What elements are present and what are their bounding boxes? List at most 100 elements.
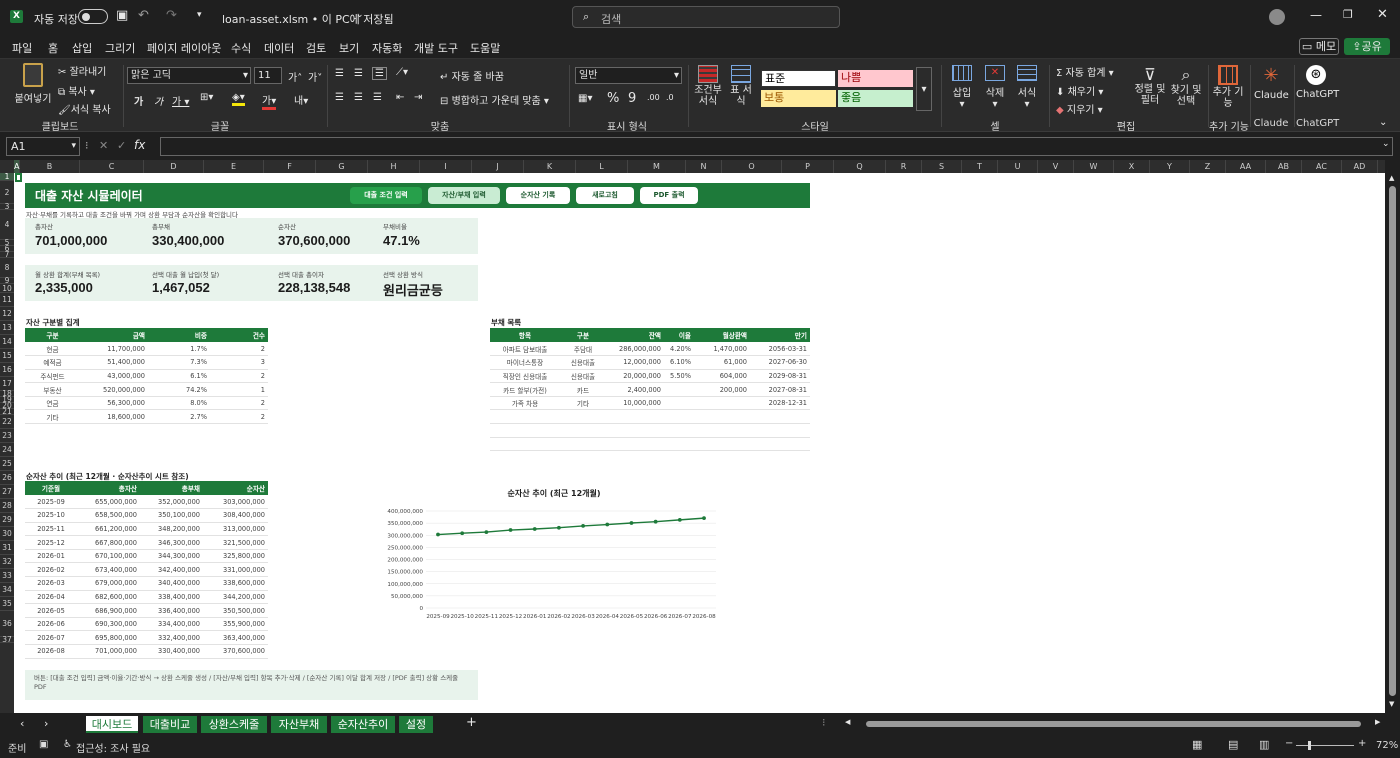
normal-view-icon[interactable]: ▦ (1192, 738, 1202, 751)
table-cell[interactable]: 334,400,000 (140, 617, 203, 632)
record-networth-button[interactable]: 순자산 기록 (506, 187, 570, 204)
zoom-level[interactable]: 72% (1376, 740, 1398, 751)
table-cell[interactable]: 61,000 (694, 355, 750, 370)
column-header-g[interactable]: G (316, 160, 368, 173)
table-cell[interactable]: 현금 (25, 342, 80, 357)
cancel-icon[interactable]: ✕ (99, 139, 108, 152)
table-cell[interactable]: 6.1% (148, 369, 210, 384)
table-cell[interactable]: 주식펀드 (25, 369, 80, 384)
series-line[interactable] (437, 517, 705, 536)
table-cell[interactable]: 4.20% (664, 342, 694, 357)
menu-review[interactable]: 검토 (306, 40, 326, 56)
data-point[interactable] (436, 532, 440, 537)
clear-button[interactable]: ◆ 지우기 ▾ (1056, 101, 1103, 116)
table-cell[interactable]: 카드 할부(가전) (490, 382, 560, 397)
decrease-indent-icon[interactable]: ⇤ (396, 92, 404, 103)
table-cell[interactable]: 2028-12-31 (750, 396, 810, 411)
table-cell[interactable]: 2056-03-31 (750, 342, 810, 357)
row-header-11[interactable]: 11 (0, 293, 14, 307)
table-cell[interactable]: 신용대출 (560, 369, 606, 384)
wrap-text-button[interactable]: ↵ 자동 줄 바꿈 (440, 68, 504, 83)
table-cell[interactable]: 338,400,000 (140, 590, 203, 605)
table-cell[interactable]: 기타 (560, 396, 606, 411)
tab-loan-compare[interactable]: 대출비교 (143, 716, 197, 733)
refresh-button[interactable]: 새로고침 (576, 187, 634, 204)
column-header-o[interactable]: O (722, 160, 782, 173)
table-cell[interactable]: 2026-05 (25, 603, 77, 618)
table-cell[interactable]: 2026-08 (25, 644, 77, 659)
row-header-24[interactable]: 24 (0, 443, 14, 457)
table-cell[interactable] (750, 409, 810, 425)
minimize-icon[interactable]: — (1310, 8, 1322, 22)
table-cell[interactable]: 2 (210, 409, 268, 425)
data-point[interactable] (484, 530, 489, 534)
search-box[interactable]: ⌕ 검색 (572, 6, 840, 28)
row-header-16[interactable]: 16 (0, 363, 14, 377)
table-cell[interactable]: 661,200,000 (77, 522, 140, 537)
row-header-34[interactable]: 34 (0, 583, 14, 597)
data-point[interactable] (532, 527, 537, 531)
column-header-s[interactable]: S (922, 160, 962, 173)
expand-formula-icon[interactable]: ⌄ (1382, 139, 1390, 149)
menu-formulas[interactable]: 수식 (231, 40, 251, 56)
paste-button[interactable]: 붙여넣기 (10, 63, 56, 105)
sort-filter-button[interactable]: ⊽ 정렬 및 필터 (1132, 65, 1168, 106)
table-cell[interactable] (606, 437, 664, 452)
copy-button[interactable]: ⧉ 복사 ▾ (58, 83, 95, 98)
table-cell[interactable]: 352,000,000 (140, 495, 203, 510)
table-cell[interactable]: 2 (210, 342, 268, 357)
column-header-ab[interactable]: AB (1266, 160, 1302, 173)
table-cell[interactable]: 2025-10 (25, 508, 77, 523)
table-cell[interactable]: 336,400,000 (140, 603, 203, 618)
table-cell[interactable] (664, 437, 694, 452)
table-cell[interactable]: 10,000,000 (606, 396, 664, 411)
addins-button[interactable]: 추가 기능 (1212, 65, 1244, 109)
table-cell[interactable]: 7.3% (148, 355, 210, 370)
page-layout-view-icon[interactable]: ▤ (1228, 738, 1238, 751)
comma-icon[interactable]: 9 (628, 91, 636, 106)
column-header-ad[interactable]: AD (1342, 160, 1378, 173)
font-color-icon[interactable]: 가▾ (262, 92, 277, 110)
row-header-10[interactable]: 10 (0, 284, 14, 293)
row-header-26[interactable]: 26 (0, 471, 14, 485)
table-cell[interactable]: 2025-09 (25, 495, 77, 510)
column-header-h[interactable]: H (368, 160, 420, 173)
menu-draw[interactable]: 그리기 (105, 40, 135, 56)
font-size-select[interactable]: 11 (254, 67, 282, 84)
column-header-j[interactable]: J (472, 160, 524, 173)
column-header-l[interactable]: L (576, 160, 628, 173)
table-cell[interactable]: 20,000,000 (606, 369, 664, 384)
orientation-icon[interactable]: ⟋▾ (396, 67, 408, 78)
vertical-scrollbar[interactable]: ▲ ▼ (1385, 160, 1400, 713)
column-header-ac[interactable]: AC (1302, 160, 1342, 173)
table-cell[interactable]: 2 (210, 369, 268, 384)
data-point[interactable] (702, 516, 706, 521)
data-point[interactable] (629, 521, 634, 525)
hscroll-right-icon[interactable]: ▶ (1375, 718, 1380, 726)
row-header-32[interactable]: 32 (0, 555, 14, 569)
table-cell[interactable]: 3 (210, 355, 268, 370)
column-header-b[interactable]: B (20, 160, 80, 173)
merge-center-button[interactable]: ⊟ 병합하고 가운데 맞춤 ▾ (440, 92, 549, 107)
table-cell[interactable]: 670,100,000 (77, 549, 140, 564)
table-cell[interactable]: 1 (210, 382, 268, 397)
worksheet[interactable]: 대출 자산 시뮬레이터 대출 조건 입력 자산/부채 입력 순자산 기록 새로고… (14, 173, 1385, 713)
table-cell[interactable]: 2,400,000 (606, 382, 664, 397)
table-cell[interactable]: 340,400,000 (140, 576, 203, 591)
table-cell[interactable] (664, 423, 694, 438)
italic-icon[interactable]: 가 (154, 93, 163, 108)
avatar[interactable] (1269, 9, 1285, 25)
redo-icon[interactable]: ↷ (166, 8, 177, 23)
column-header-q[interactable]: Q (834, 160, 886, 173)
scroll-thumb[interactable] (1389, 186, 1396, 696)
increase-decimal-icon[interactable]: .00 (647, 93, 660, 102)
column-header-n[interactable]: N (686, 160, 722, 173)
table-cell[interactable]: 325,800,000 (203, 549, 268, 564)
table-cell[interactable]: 5.50% (664, 369, 694, 384)
table-cell[interactable]: 2026-03 (25, 576, 77, 591)
tab-dashboard[interactable]: 대시보드 (86, 716, 138, 733)
share-button[interactable]: ⇪공유 (1344, 38, 1390, 55)
align-middle-icon[interactable]: ☰ (354, 68, 363, 79)
table-cell[interactable]: 673,400,000 (77, 562, 140, 578)
table-cell[interactable]: 370,600,000 (203, 644, 268, 659)
